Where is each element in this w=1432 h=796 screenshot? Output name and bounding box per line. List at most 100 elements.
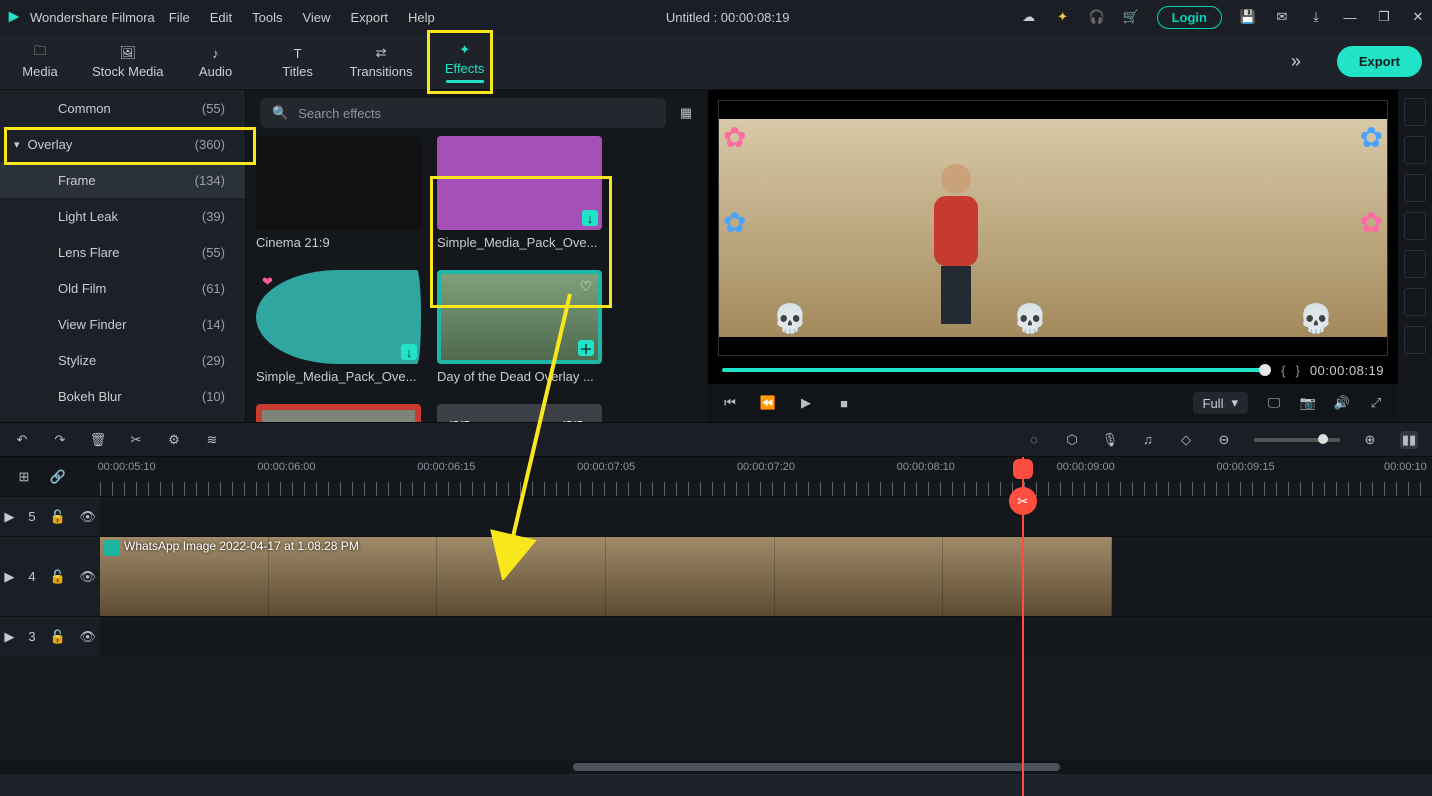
dock-slot[interactable]: [1404, 98, 1426, 126]
menu-help[interactable]: Help: [408, 10, 435, 25]
eye-icon[interactable]: 👁: [80, 509, 96, 525]
cut-icon[interactable]: ✂: [128, 432, 144, 448]
tab-titles[interactable]: TTitles: [268, 44, 328, 79]
monitor-icon[interactable]: 🖵: [1266, 395, 1282, 411]
asset-card[interactable]: ↓: [256, 404, 429, 422]
download-icon[interactable]: ↓: [401, 344, 417, 360]
keyframe-icon[interactable]: ◇: [1178, 432, 1194, 448]
mark-in-icon[interactable]: {: [1281, 363, 1285, 378]
asset-card[interactable]: ↓ Simple_Media_Pack_Ove...: [437, 136, 610, 266]
render-icon[interactable]: ◌: [1026, 432, 1042, 448]
marker-icon[interactable]: ⬡: [1064, 432, 1080, 448]
volume-icon[interactable]: 🔊: [1334, 395, 1350, 411]
zoom-in-icon[interactable]: ⊕: [1362, 432, 1378, 448]
category-common[interactable]: Common (55): [0, 90, 245, 126]
lock-icon[interactable]: 🔓: [50, 629, 66, 645]
category-view-finder[interactable]: View Finder(14): [0, 306, 245, 342]
tab-audio[interactable]: ♪Audio: [186, 44, 246, 79]
preview-canvas[interactable]: ✿ ✿ ✿ ✿ 💀 💀 💀: [718, 100, 1388, 356]
eye-icon[interactable]: 👁: [80, 569, 96, 585]
zoom-handle[interactable]: [1318, 434, 1328, 444]
favorite-icon[interactable]: ♡: [579, 278, 592, 295]
right-dock: [1398, 90, 1432, 422]
lock-icon[interactable]: 🔓: [50, 569, 66, 585]
mark-out-icon[interactable]: }: [1295, 363, 1299, 378]
dock-slot[interactable]: [1404, 326, 1426, 354]
asset-card-highlight[interactable]: ♡ ＋ Day of the Dead Overlay ...: [437, 270, 610, 400]
play-icon[interactable]: ▶: [798, 395, 814, 411]
window-minimize-icon[interactable]: —: [1342, 9, 1358, 25]
category-old-film[interactable]: Old Film(61): [0, 270, 245, 306]
dock-slot[interactable]: [1404, 250, 1426, 278]
track-3: ▶3🔓👁: [0, 616, 1432, 656]
category-lens-flare[interactable]: Lens Flare(55): [0, 234, 245, 270]
window-close-icon[interactable]: ✕: [1410, 9, 1426, 25]
delete-icon[interactable]: 🗑: [90, 432, 106, 448]
login-button[interactable]: Login: [1157, 6, 1222, 29]
asset-card[interactable]: Cinema 21:9: [256, 136, 429, 266]
download-icon[interactable]: ↓: [582, 210, 598, 226]
message-icon[interactable]: ✉: [1274, 9, 1290, 25]
add-track-icon[interactable]: ⊞: [16, 469, 32, 485]
zoom-out-icon[interactable]: ⊖: [1216, 432, 1232, 448]
voiceover-icon[interactable]: 🎙: [1102, 432, 1118, 448]
tab-stock-media[interactable]: 🖼Stock Media: [92, 44, 164, 79]
timeline-scrollbar[interactable]: [0, 760, 1432, 774]
export-button[interactable]: Export: [1337, 46, 1422, 77]
add-icon[interactable]: ＋: [578, 340, 594, 356]
preview-panel: ✿ ✿ ✿ ✿ 💀 💀 💀 { } 00:00:08:19 ⏮: [708, 90, 1398, 422]
snapshot-icon[interactable]: 📷: [1300, 395, 1316, 411]
cloud-icon[interactable]: ☁: [1021, 9, 1037, 25]
menu-view[interactable]: View: [302, 10, 330, 25]
fullscreen-icon[interactable]: ⤢: [1368, 395, 1384, 411]
dock-slot[interactable]: [1404, 288, 1426, 316]
scrub-handle[interactable]: [1259, 364, 1271, 376]
browser-top: 🔍 Search effects ▦: [246, 90, 708, 136]
music-icon[interactable]: ♫: [1140, 432, 1156, 448]
eye-icon[interactable]: 👁: [80, 629, 96, 645]
quality-select[interactable]: Full▾: [1193, 392, 1248, 414]
view-grid-icon[interactable]: ▦: [678, 105, 694, 121]
cart-icon[interactable]: 🛒: [1123, 9, 1139, 25]
lock-icon[interactable]: 🔓: [50, 509, 66, 525]
asset-card[interactable]: ↓ ∽∽ ∽∽ ∽∽ ∽∽: [437, 404, 610, 422]
audio-wave-icon[interactable]: ≋: [204, 432, 220, 448]
dock-slot[interactable]: [1404, 174, 1426, 202]
timeline-view-icon[interactable]: ▮▮: [1400, 431, 1418, 449]
step-back-icon[interactable]: ⏪: [760, 395, 776, 411]
idea-icon[interactable]: ✦: [1055, 9, 1071, 25]
stop-icon[interactable]: ■: [836, 395, 852, 411]
window-restore-icon[interactable]: ❐: [1376, 9, 1392, 25]
support-icon[interactable]: 🎧: [1089, 9, 1105, 25]
undo-icon[interactable]: ↶: [14, 432, 30, 448]
category-light-leak[interactable]: Light Leak(39): [0, 198, 245, 234]
category-stylize[interactable]: Stylize(29): [0, 342, 245, 378]
category-overlay[interactable]: Overlay (360): [0, 126, 245, 162]
category-frame[interactable]: Frame(134): [0, 162, 245, 198]
search-input[interactable]: 🔍 Search effects: [260, 98, 666, 128]
scrub-bar[interactable]: [722, 368, 1271, 372]
tab-effects[interactable]: ✦Effects: [435, 41, 495, 83]
adjust-icon[interactable]: ⚙: [166, 432, 182, 448]
tabs-more-icon[interactable]: »: [1291, 51, 1301, 72]
download-icon[interactable]: ⤓: [1308, 9, 1324, 25]
asset-card[interactable]: ❤↓ Simple_Media_Pack_Ove...: [256, 270, 429, 400]
link-icon[interactable]: 🔗: [50, 469, 66, 485]
tab-media[interactable]: 🗀Media: [10, 44, 70, 79]
menu-file[interactable]: File: [169, 10, 190, 25]
zoom-slider[interactable]: [1254, 438, 1340, 442]
redo-icon[interactable]: ↷: [52, 432, 68, 448]
dock-slot[interactable]: [1404, 212, 1426, 240]
timeline-clip[interactable]: WhatsApp Image 2022-04-17 at 1.08.28 PM: [100, 537, 1112, 616]
tab-transitions[interactable]: ⇄Transitions: [350, 44, 413, 79]
timeline-ruler[interactable]: ⊞ 🔗 00:00:05:1000:00:06:0000:00:06:1500:…: [0, 456, 1432, 496]
category-bokeh-blur[interactable]: Bokeh Blur(10): [0, 378, 245, 414]
scrollbar-thumb[interactable]: [573, 763, 1060, 771]
playhead[interactable]: ✂: [1022, 457, 1024, 796]
menu-export[interactable]: Export: [350, 10, 388, 25]
save-icon[interactable]: 💾: [1240, 9, 1256, 25]
dock-slot[interactable]: [1404, 136, 1426, 164]
menu-tools[interactable]: Tools: [252, 10, 282, 25]
prev-frame-icon[interactable]: ⏮: [722, 395, 738, 411]
menu-edit[interactable]: Edit: [210, 10, 232, 25]
